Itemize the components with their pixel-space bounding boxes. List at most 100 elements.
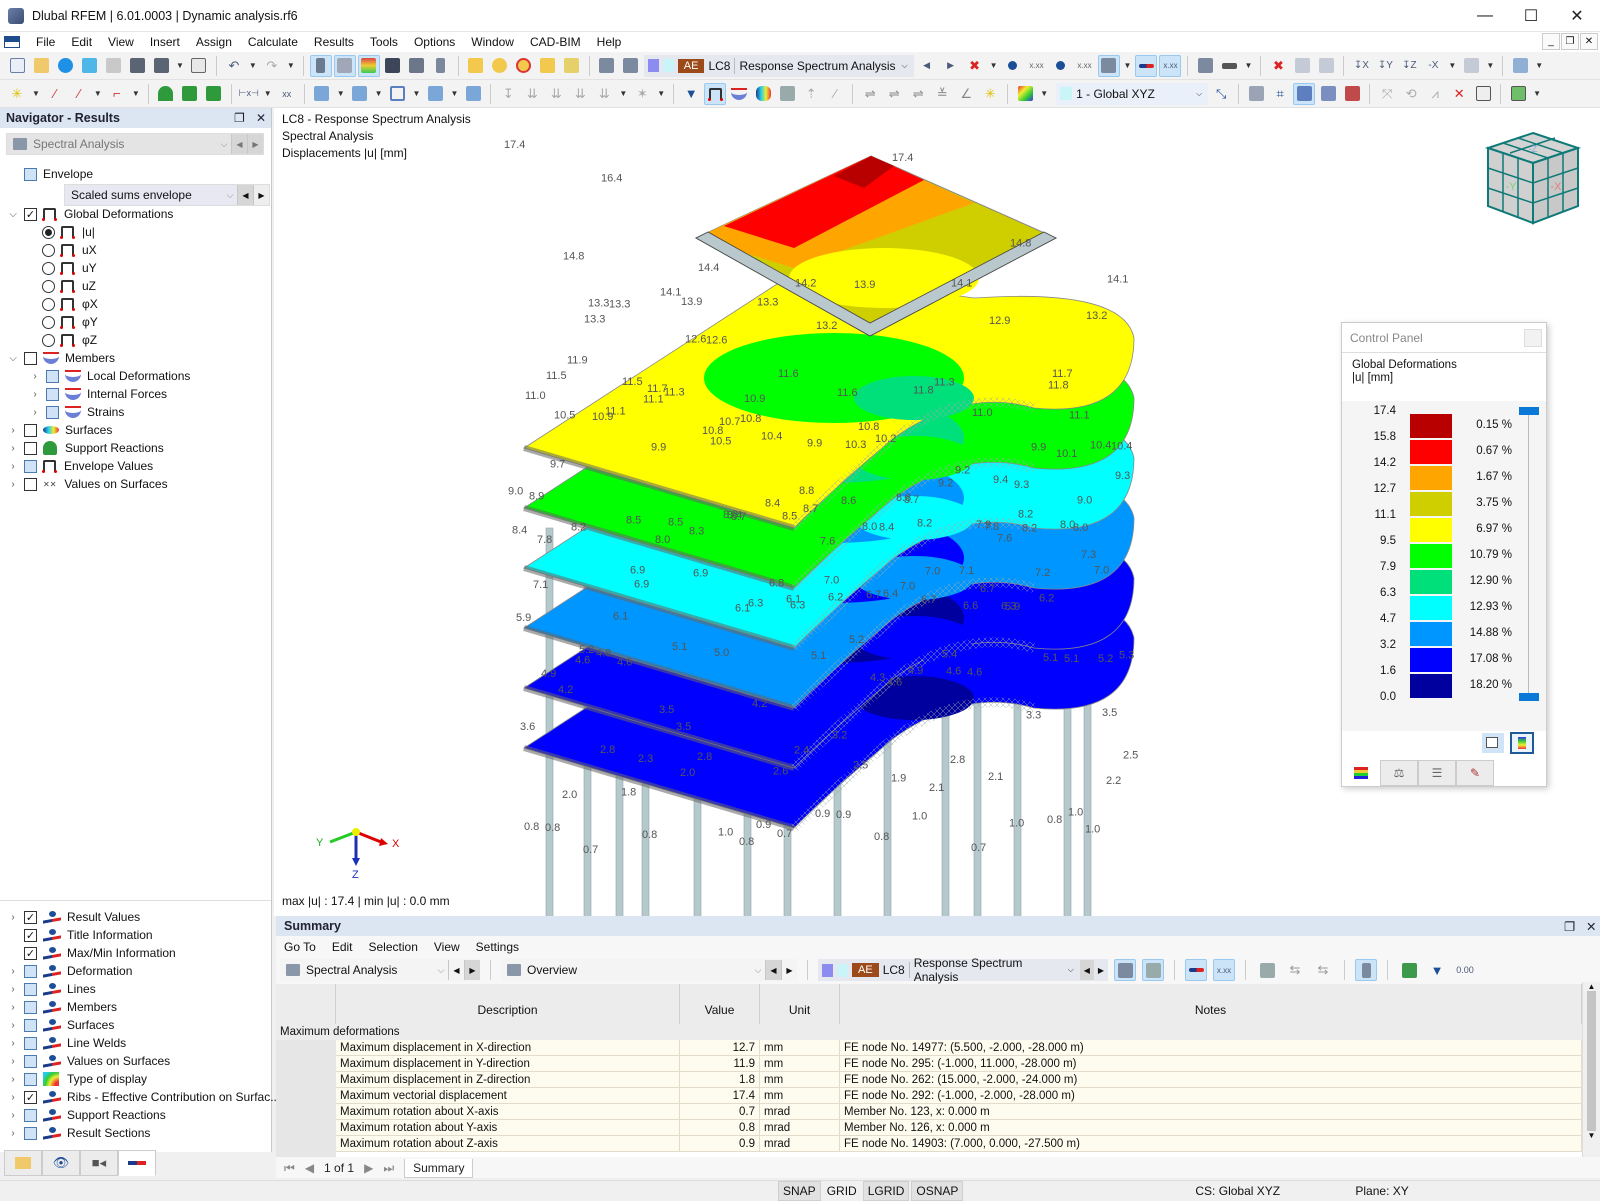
- load-generator-icon[interactable]: [620, 55, 642, 77]
- control-panel-close-button[interactable]: [1524, 329, 1542, 347]
- summary-menu-goto[interactable]: Go To: [284, 940, 316, 954]
- delete-icon[interactable]: ✕: [1448, 83, 1470, 105]
- display-item-support-reactions[interactable]: › Support Reactions: [6, 1106, 165, 1124]
- tree-item-x[interactable]: φX: [42, 295, 98, 313]
- next-icon[interactable]: ▶: [781, 960, 797, 980]
- analysis-combo[interactable]: Spectral Analysis ⌵ ◀ ▶: [6, 133, 264, 155]
- checkbox[interactable]: [24, 351, 37, 365]
- checkbox[interactable]: ✓: [24, 910, 37, 924]
- new-model-icon[interactable]: [6, 55, 28, 77]
- line-results-icon[interactable]: ⁄: [824, 83, 846, 105]
- display-item-surfaces[interactable]: › Surfaces: [6, 1016, 114, 1034]
- chevron-right-icon[interactable]: ›: [6, 1074, 20, 1085]
- load-member-icon[interactable]: ⇊: [521, 83, 543, 105]
- navigator-tab-views[interactable]: ■◂: [80, 1150, 118, 1176]
- decimal-places-icon[interactable]: 0.00: [1454, 959, 1476, 981]
- table-editor-icon[interactable]: [1507, 83, 1529, 105]
- rotate-icon[interactable]: ⟲: [1400, 83, 1422, 105]
- result-filter-icon[interactable]: ✖: [964, 55, 986, 77]
- display-item-ribs-effective-contribution-on-surfac[interactable]: › ✓ Ribs - Effective Contribution on Surfa…: [6, 1088, 280, 1106]
- export-icon[interactable]: ⇆: [1284, 959, 1306, 981]
- previous-icon[interactable]: ◀: [765, 960, 781, 980]
- display-item-max-min-information[interactable]: ›✓Max/Min Information: [6, 944, 176, 962]
- block-select-icon[interactable]: [561, 55, 583, 77]
- grid-toggle[interactable]: GRID: [823, 1182, 861, 1200]
- new-support-icon[interactable]: [155, 83, 177, 105]
- menu-tools[interactable]: Tools: [362, 32, 406, 52]
- chevron-right-icon[interactable]: ›: [6, 425, 20, 436]
- webservice-icon[interactable]: [78, 55, 100, 77]
- excel-export-icon[interactable]: [1398, 959, 1420, 981]
- previous-icon[interactable]: ◀: [448, 960, 464, 980]
- render-solid-icon[interactable]: [1509, 55, 1531, 77]
- tree-item-y[interactable]: φY: [42, 313, 98, 331]
- column-header-notes[interactable]: Notes: [840, 984, 1582, 1024]
- view-y-icon[interactable]: ↧Y: [1374, 55, 1396, 77]
- next-icon[interactable]: ▶: [247, 134, 263, 154]
- checkbox[interactable]: [24, 477, 37, 491]
- next-icon[interactable]: ▶: [464, 960, 480, 980]
- checkbox[interactable]: [24, 1054, 37, 1068]
- checkbox[interactable]: [46, 369, 59, 383]
- load-surface-icon[interactable]: ⇊: [569, 83, 591, 105]
- next-page-icon[interactable]: ▶: [364, 1161, 373, 1175]
- chevron-right-icon[interactable]: ›: [6, 1128, 20, 1139]
- save-icon[interactable]: [126, 55, 148, 77]
- global-deformation-icon[interactable]: [704, 82, 727, 105]
- checkbox[interactable]: [46, 405, 59, 419]
- load-node-icon[interactable]: ↧: [497, 83, 519, 105]
- menu-file[interactable]: File: [28, 32, 63, 52]
- checkbox[interactable]: ✓: [24, 928, 37, 942]
- menu-results[interactable]: Results: [306, 32, 362, 52]
- view-cube[interactable]: -Z -Y -X: [1478, 118, 1588, 228]
- tree-item-uy[interactable]: uY: [42, 259, 97, 277]
- table-row[interactable]: Maximum rotation about X-axis 0.7 mrad M…: [276, 1104, 1582, 1120]
- view-z-icon[interactable]: ↧Z: [1398, 55, 1420, 77]
- new-polyline-icon[interactable]: ⌐: [106, 83, 128, 105]
- grid-icon[interactable]: ⌗: [1269, 83, 1291, 105]
- chevron-right-icon[interactable]: ›: [6, 1056, 20, 1067]
- tree-item-u[interactable]: |u|: [42, 223, 95, 241]
- summary-menu-settings[interactable]: Settings: [476, 940, 519, 954]
- display-results-icon[interactable]: [1135, 54, 1158, 77]
- tab-member-results[interactable]: ✎: [1456, 760, 1494, 786]
- tree-item-z[interactable]: φZ: [42, 331, 97, 349]
- tree-item-values-on-surfaces[interactable]: › ✕✕ Values on Surfaces: [6, 475, 167, 493]
- dimension-icon[interactable]: ⊢x⊣: [238, 83, 260, 105]
- previous-load-case-icon[interactable]: ◀: [916, 55, 938, 77]
- minimize-button[interactable]: —: [1462, 0, 1508, 32]
- snap-toggle[interactable]: SNAP: [778, 1180, 821, 1201]
- mdi-restore-button[interactable]: ❐: [1561, 33, 1579, 50]
- tab-color-scale[interactable]: [1342, 760, 1380, 786]
- scale-max-handle[interactable]: [1519, 407, 1539, 415]
- chevron-right-icon[interactable]: ›: [6, 443, 20, 454]
- summary-menu-selection[interactable]: Selection: [369, 940, 418, 954]
- filter-icon[interactable]: ▼: [680, 83, 702, 105]
- chevron-down-icon[interactable]: ⌵: [6, 209, 20, 220]
- summary-analysis-combo[interactable]: Spectral Analysis ⌵ ◀ ▶: [280, 959, 480, 981]
- solid-results-icon[interactable]: [776, 83, 798, 105]
- radio-button[interactable]: [42, 279, 55, 293]
- previous-icon[interactable]: ◀: [237, 185, 253, 205]
- chevron-right-icon[interactable]: ›: [6, 1110, 20, 1121]
- tab-factors[interactable]: ⚖: [1380, 760, 1418, 786]
- envelope-checkbox-row[interactable]: Envelope: [24, 165, 93, 183]
- group-row[interactable]: Maximum deformations: [276, 1024, 1582, 1040]
- section-2-icon[interactable]: ⇌: [883, 83, 905, 105]
- chevron-right-icon[interactable]: ›: [28, 389, 42, 400]
- model-properties-icon[interactable]: [102, 55, 124, 77]
- chevron-right-icon[interactable]: ›: [28, 407, 42, 418]
- summary-load-case-selector[interactable]: AE LC8 Response Spectrum Analysis ⌵ ◀ ▶: [818, 956, 1108, 984]
- redo-icon[interactable]: ↷: [261, 55, 283, 77]
- radio-button[interactable]: [42, 261, 55, 275]
- next-icon[interactable]: ▶: [253, 185, 269, 205]
- mdi-close-button[interactable]: ✕: [1580, 33, 1598, 50]
- load-imperfection-icon[interactable]: ✶: [631, 83, 653, 105]
- panel-toggle-icon[interactable]: [357, 54, 380, 77]
- close-panel-icon[interactable]: ✕: [256, 111, 266, 125]
- radio-button[interactable]: [42, 333, 55, 347]
- box-view-icon[interactable]: [1291, 55, 1313, 77]
- navigator-tab-data[interactable]: [4, 1150, 42, 1176]
- next-load-case-icon[interactable]: ▶: [940, 55, 962, 77]
- display-item-title-information[interactable]: ›✓Title Information: [6, 926, 153, 944]
